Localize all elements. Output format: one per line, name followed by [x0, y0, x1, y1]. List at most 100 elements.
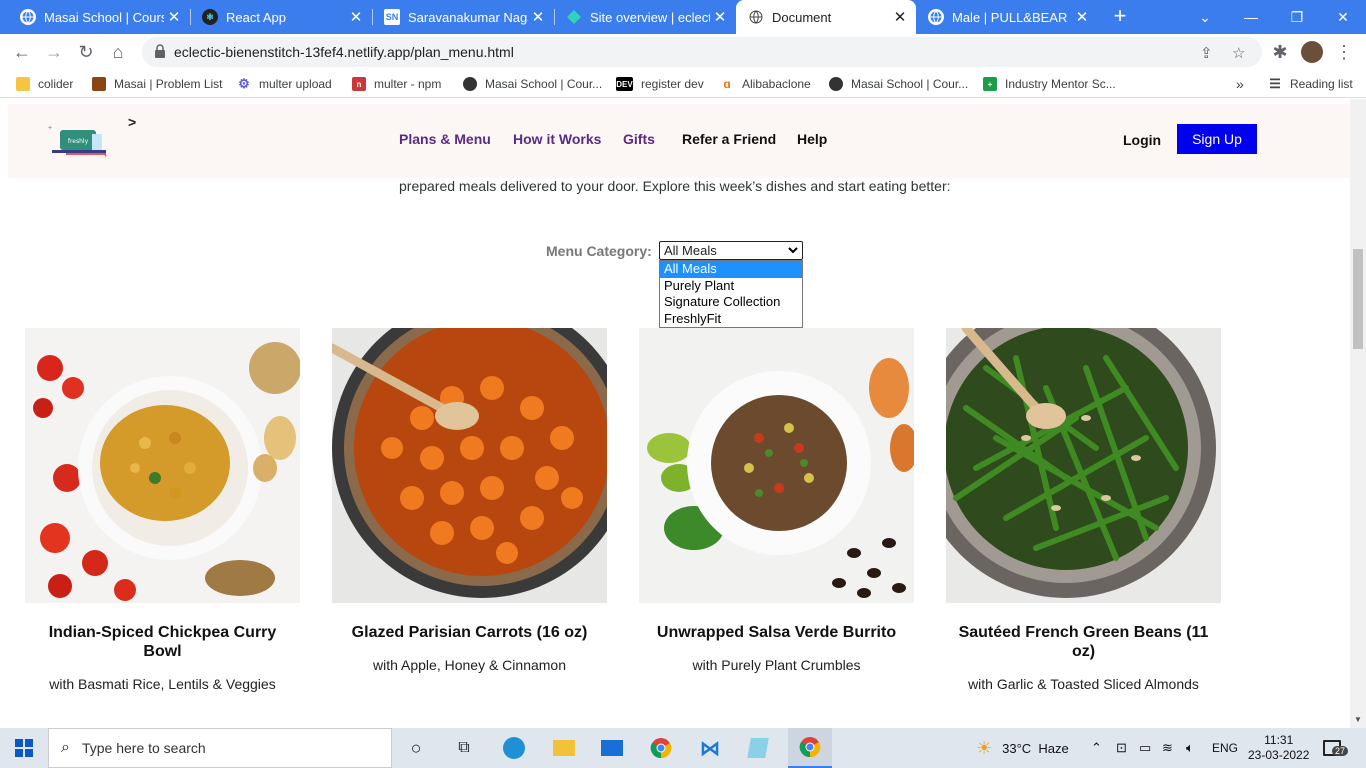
- back-icon[interactable]: ←: [8, 38, 36, 66]
- nav-refer-friend[interactable]: Refer a Friend: [682, 131, 776, 147]
- option-purely-plant[interactable]: Purely Plant: [660, 278, 802, 295]
- minimize-button[interactable]: —: [1228, 0, 1274, 34]
- close-icon[interactable]: ✕: [528, 8, 548, 26]
- tab-pullbear[interactable]: Male | PULL&BEAR Pu ✕: [916, 0, 1098, 34]
- windows-start-icon[interactable]: [0, 728, 48, 768]
- scrollbar-thumb[interactable]: [1353, 249, 1363, 349]
- meal-image-chickpea-curry[interactable]: [25, 328, 300, 603]
- netlify-icon: [566, 9, 582, 25]
- menu-category-select[interactable]: All Meals: [659, 241, 803, 260]
- nav-how-it-works[interactable]: How it Works: [513, 131, 601, 147]
- tray-device-icon[interactable]: ⊡: [1116, 728, 1127, 768]
- notification-badge: 27: [1332, 746, 1349, 756]
- battery-icon[interactable]: ▭: [1139, 728, 1151, 768]
- globe-icon: [829, 77, 843, 91]
- freshly-logo[interactable]: freshly + +: [48, 124, 110, 158]
- search-icon: ⌕: [61, 739, 70, 756]
- close-icon[interactable]: ✕: [346, 8, 366, 26]
- home-icon[interactable]: ⌂: [104, 38, 132, 66]
- page-scrollbar[interactable]: ▼: [1350, 99, 1366, 728]
- close-icon[interactable]: ✕: [164, 8, 184, 26]
- close-icon[interactable]: ✕: [1072, 8, 1092, 26]
- scroll-down-arrow-icon[interactable]: ▼: [1354, 715, 1362, 724]
- tab-document[interactable]: Document ✕: [736, 0, 916, 34]
- bookmark-masai-course-2[interactable]: Masai School | Cour...: [829, 75, 968, 93]
- meal-card[interactable]: Glazed Parisian Carrots (16 oz) with App…: [332, 328, 607, 673]
- option-all-meals[interactable]: All Meals: [660, 261, 802, 278]
- menu-category-label: Menu Category:: [546, 243, 652, 259]
- bookmark-industry-mentor[interactable]: + Industry Mentor Sc...: [983, 75, 1116, 93]
- bookmark-masai-course-1[interactable]: Masai School | Cour...: [463, 75, 602, 93]
- restore-button[interactable]: ❐: [1274, 0, 1320, 34]
- menu-kebab-icon[interactable]: ⋮: [1330, 38, 1358, 66]
- weather-widget[interactable]: ☀ 33°C Haze: [976, 728, 1069, 768]
- forward-icon[interactable]: →: [40, 38, 68, 66]
- svg-text:+: +: [104, 154, 108, 158]
- bookmark-label: colider: [38, 77, 74, 91]
- close-icon[interactable]: ✕: [890, 8, 910, 26]
- bookmark-label: Masai | Problem List: [114, 77, 223, 91]
- nav-gifts[interactable]: Gifts: [623, 131, 655, 147]
- reload-icon[interactable]: ↻: [72, 38, 100, 66]
- npm-icon: n: [352, 77, 366, 91]
- extensions-icon[interactable]: ✱: [1266, 38, 1294, 66]
- meal-name: Unwrapped Salsa Verde Burrito: [656, 624, 897, 641]
- address-bar[interactable]: eclectic-bienenstitch-13fef4.netlify.app…: [142, 37, 1262, 67]
- bookmark-multer-npm[interactable]: n multer - npm: [352, 75, 441, 93]
- taskbar-search-input[interactable]: ⌕ Type here to search: [48, 728, 392, 768]
- bookmark-alibabaclone[interactable]: ɑ Alibabaclone: [720, 75, 810, 93]
- meal-image-green-beans[interactable]: [946, 328, 1221, 603]
- bookmark-star-icon[interactable]: ☆: [1232, 44, 1245, 62]
- file-explorer-icon[interactable]: [544, 728, 584, 768]
- meal-image-salsa-verde-burrito[interactable]: [639, 328, 914, 603]
- clock[interactable]: 11:31 23-03-2022: [1248, 728, 1309, 768]
- meal-subtitle: with Apple, Honey & Cinnamon: [373, 657, 566, 673]
- mail-icon[interactable]: [592, 728, 632, 768]
- language-indicator[interactable]: ENG: [1212, 728, 1238, 768]
- globe-icon: [20, 9, 36, 25]
- option-signature-collection[interactable]: Signature Collection: [660, 294, 802, 311]
- bookmark-masai-problem[interactable]: Masai | Problem List: [92, 75, 223, 93]
- tab-title: Saravanakumar Nagar: [408, 9, 528, 25]
- tab-masai-school[interactable]: Masai School | Course ✕: [8, 0, 190, 34]
- notification-center-icon[interactable]: 27: [1323, 728, 1349, 768]
- chrome-profile-icon[interactable]: [788, 728, 832, 768]
- reading-list-button[interactable]: ☰ Reading list: [1268, 75, 1353, 93]
- bookmarks-overflow-button[interactable]: »: [1236, 75, 1244, 93]
- nav-plans-menu[interactable]: Plans & Menu: [399, 131, 491, 147]
- vscode-icon[interactable]: ⋈: [690, 728, 730, 768]
- signup-button[interactable]: Sign Up: [1177, 124, 1257, 154]
- task-view-icon[interactable]: ⧉: [444, 728, 484, 768]
- url-text: eclectic-bienenstitch-13fef4.netlify.app…: [174, 44, 514, 60]
- wifi-icon[interactable]: ≋: [1162, 728, 1173, 768]
- bookmark-colider[interactable]: colider: [16, 75, 73, 93]
- tab-react-app[interactable]: ⚛ React App ✕: [190, 0, 372, 34]
- notepad-icon[interactable]: [738, 728, 778, 768]
- new-tab-button[interactable]: +: [1108, 4, 1132, 28]
- tab-search-chevron-icon[interactable]: ⌄: [1182, 0, 1228, 34]
- chrome-icon[interactable]: [641, 728, 681, 768]
- meal-image-glazed-carrots[interactable]: [332, 328, 607, 603]
- login-link[interactable]: Login: [1123, 132, 1161, 148]
- edge-icon[interactable]: [494, 728, 534, 768]
- windows-taskbar: ⌕ Type here to search ○ ⧉ ⋈ ☀ 33°C Haze …: [0, 728, 1366, 768]
- tab-saravanakumar[interactable]: SN Saravanakumar Nagar ✕: [372, 0, 554, 34]
- tab-title: React App: [226, 9, 286, 25]
- profile-avatar[interactable]: [1298, 38, 1326, 66]
- meal-card[interactable]: Unwrapped Salsa Verde Burrito with Purel…: [639, 328, 914, 673]
- tray-chevron-up-icon[interactable]: ⌃: [1091, 728, 1102, 768]
- cortana-icon[interactable]: ○: [396, 728, 436, 768]
- share-icon[interactable]: ⇪: [1200, 44, 1213, 62]
- volume-icon[interactable]: 🔈︎: [1186, 728, 1194, 768]
- nav-help[interactable]: Help: [797, 131, 827, 147]
- tab-site-overview[interactable]: Site overview | eclectic ✕: [554, 0, 736, 34]
- meal-card[interactable]: Indian-Spiced Chickpea Curry Bowl with B…: [25, 328, 300, 692]
- close-window-button[interactable]: ✕: [1320, 0, 1366, 34]
- meal-card[interactable]: Sautéed French Green Beans (11 oz) with …: [946, 328, 1221, 692]
- site-header: freshly + + > Plans & Menu How it Works …: [8, 104, 1350, 178]
- option-freshlyfit[interactable]: FreshlyFit: [660, 311, 802, 328]
- reading-list-icon: ☰: [1269, 76, 1281, 91]
- close-icon[interactable]: ✕: [710, 8, 730, 26]
- bookmark-register-dev[interactable]: DEV register dev: [616, 75, 704, 93]
- bookmark-multer-upload[interactable]: ⚙ multer upload: [237, 75, 332, 93]
